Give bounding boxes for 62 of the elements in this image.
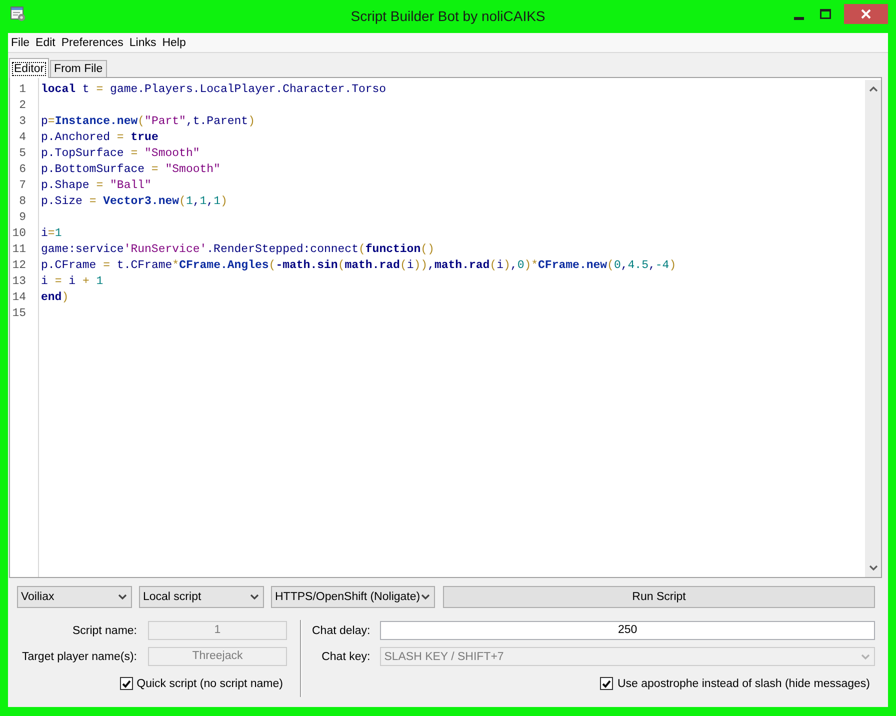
- menu-item[interactable]: Help: [159, 36, 189, 48]
- line-number: 1: [19, 82, 27, 98]
- code-line: end): [41, 290, 69, 306]
- code-line: p.TopSurface = "Smooth": [41, 146, 200, 162]
- code-line: p.BottomSurface = "Smooth": [41, 162, 220, 178]
- chevron-down-icon: [421, 594, 430, 600]
- menu-item[interactable]: Links: [126, 36, 160, 48]
- minimize-icon: [794, 17, 804, 20]
- line-number: 11: [12, 242, 27, 258]
- close-button[interactable]: [844, 4, 888, 24]
- checkmark-icon: [122, 680, 131, 688]
- chevron-up-icon[interactable]: [868, 86, 878, 92]
- window-title: Script Builder Bot by noliCAIKS: [350, 7, 546, 24]
- menu-item[interactable]: Edit: [32, 36, 58, 48]
- chevron-down-icon: [861, 654, 870, 660]
- code-line: p=Instance.new("Part",t.Parent): [41, 114, 255, 130]
- checkbox[interactable]: [600, 677, 614, 690]
- run-script-button[interactable]: Run Script: [443, 586, 875, 608]
- menu-item[interactable]: File: [8, 36, 33, 48]
- code-line: i=1: [41, 226, 62, 242]
- line-number: 4: [19, 130, 27, 146]
- line-number: 10: [12, 226, 27, 242]
- checkbox[interactable]: [120, 677, 133, 690]
- line-number: 13: [12, 274, 27, 290]
- dropdown[interactable]: HTTPS/OpenShift (Noligate): [271, 586, 435, 608]
- line-number: 15: [12, 306, 27, 322]
- line-number: 12: [12, 258, 27, 274]
- chevron-down-icon[interactable]: [868, 565, 878, 571]
- code-line: p.CFrame = t.CFrame*CFrame.Angles(-math.sin(math.rad(i)),math.rad(i),0)*CFrame.new(0,4.5,-4): [41, 258, 676, 274]
- code-line: p.Shape = "Ball": [41, 178, 152, 194]
- text-field[interactable]: 250: [380, 621, 875, 640]
- maximize-icon: [820, 9, 830, 19]
- checkbox-label[interactable]: Use apostrophe instead of slash (hide messages): [617, 678, 870, 690]
- line-number: 2: [19, 98, 27, 114]
- menu-item[interactable]: Preferences: [58, 36, 126, 48]
- close-icon: [861, 9, 871, 19]
- dropdown[interactable]: Voiliax: [17, 586, 132, 608]
- tab[interactable]: From File: [50, 60, 107, 77]
- code-line: i = i + 1: [41, 274, 104, 290]
- code-line: p.Anchored = true: [41, 130, 158, 146]
- tab[interactable]: Editor: [9, 58, 50, 78]
- field-label: Chat delay:: [312, 624, 370, 636]
- vertical-scrollbar[interactable]: [865, 80, 881, 577]
- code-line: local t = game.Players.LocalPlayer.Character.Torso: [41, 82, 386, 98]
- chevron-down-icon: [250, 594, 259, 600]
- field-label: Chat key:: [322, 650, 370, 662]
- field-label: Script name:: [72, 624, 137, 636]
- line-number: 8: [19, 194, 27, 210]
- checkbox-label[interactable]: Quick script (no script name): [136, 678, 283, 690]
- field-label: Target player name(s):: [22, 650, 137, 662]
- code-line: p.Size = Vector3.new(1,1,1): [41, 194, 228, 210]
- chevron-down-icon: [118, 594, 127, 600]
- line-number: 6: [19, 162, 27, 178]
- line-number: 14: [12, 290, 27, 306]
- line-number: 9: [19, 210, 27, 226]
- checkmark-icon: [602, 680, 612, 688]
- line-number: 3: [19, 114, 27, 130]
- document-gear-icon: [10, 6, 26, 22]
- dropdown[interactable]: Local script: [139, 586, 264, 608]
- line-number: 7: [19, 178, 27, 194]
- code-line: game:service'RunService'.RenderStepped:connect(function(): [41, 242, 434, 258]
- line-number: 5: [19, 146, 27, 162]
